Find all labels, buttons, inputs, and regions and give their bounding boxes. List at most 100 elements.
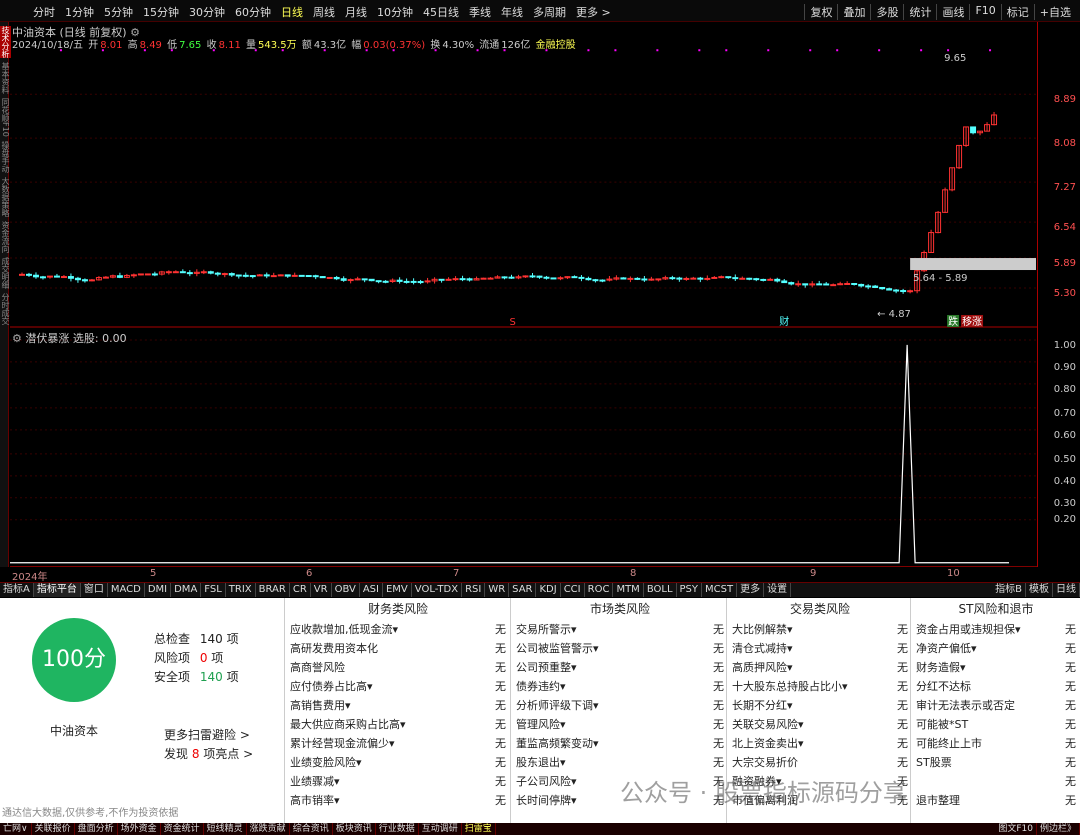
risk-item[interactable]: 退市整理 无 bbox=[912, 791, 1080, 810]
period-tab[interactable]: 10分钟 bbox=[372, 4, 418, 20]
status-tab[interactable]: 综合资讯 bbox=[290, 823, 333, 835]
toolbar-button[interactable]: 画线 bbox=[936, 4, 969, 20]
status-tab[interactable]: 关联报价 bbox=[32, 823, 75, 835]
indicator-tab[interactable]: 更多 bbox=[737, 583, 765, 597]
status-tab[interactable]: 扫雷宝 bbox=[462, 823, 496, 835]
indicator-tab[interactable]: WR bbox=[485, 583, 510, 597]
risk-item[interactable]: 大比例解禁▾ 无 bbox=[728, 620, 912, 639]
risk-item[interactable]: 可能被*ST 无 bbox=[912, 715, 1080, 734]
risk-item[interactable]: 十大股东总持股占比小▾ 无 bbox=[728, 677, 912, 696]
period-tab[interactable]: 1分钟 bbox=[60, 4, 99, 20]
period-tab[interactable]: 更多 > bbox=[571, 4, 616, 20]
risk-item[interactable]: ST股票 无 bbox=[912, 753, 1080, 772]
indicator-tab[interactable]: ASI bbox=[360, 583, 383, 597]
toolbar-button[interactable]: 统计 bbox=[903, 4, 936, 20]
toolbar-button[interactable]: 复权 bbox=[804, 4, 837, 20]
indicator-tab-right[interactable]: 指标B bbox=[992, 583, 1026, 597]
risk-item[interactable]: 关联交易风险▾ 无 bbox=[728, 715, 912, 734]
indicator-tab[interactable]: MTM bbox=[613, 583, 644, 597]
status-tab[interactable]: 板块资讯 bbox=[333, 823, 376, 835]
indicator-tab[interactable]: VR bbox=[311, 583, 332, 597]
indicator-tab[interactable]: 设置 bbox=[764, 583, 792, 597]
sector-tag[interactable]: 金融控股 bbox=[536, 40, 576, 51]
risk-item[interactable]: 公司被监管警示▾ 无 bbox=[512, 639, 728, 658]
risk-item[interactable]: 长期不分红▾ 无 bbox=[728, 696, 912, 715]
indicator-tab[interactable]: EMV bbox=[383, 583, 412, 597]
limit-tag[interactable]: 移涨 bbox=[962, 315, 982, 328]
period-tab[interactable]: 月线 bbox=[340, 4, 372, 20]
indicator-tab-right[interactable]: 日线 bbox=[1053, 583, 1080, 597]
indicator-tab[interactable]: CCI bbox=[561, 583, 585, 597]
highlights-link[interactable]: 发现 8 项亮点 > bbox=[164, 745, 253, 764]
period-tab[interactable]: 日线 bbox=[276, 4, 308, 20]
period-tab[interactable]: 45日线 bbox=[418, 4, 464, 20]
period-tab[interactable]: 多周期 bbox=[528, 4, 571, 20]
risk-item[interactable]: 高商誉风险 无 bbox=[286, 658, 510, 677]
risk-item[interactable]: 净资产偏低▾ 无 bbox=[912, 639, 1080, 658]
status-tab[interactable]: 盘面分析 bbox=[75, 823, 118, 835]
indicator-tab[interactable]: BOLL bbox=[644, 583, 677, 597]
risk-item[interactable]: 股东退出▾ 无 bbox=[512, 753, 728, 772]
indicator-tab-right[interactable]: 模板 bbox=[1026, 583, 1053, 597]
status-tab[interactable]: 场外资金 bbox=[118, 823, 161, 835]
status-right-tab[interactable]: 例边栏》 bbox=[1037, 823, 1080, 835]
indicator-tab[interactable]: DMI bbox=[145, 583, 172, 597]
risk-item[interactable]: 高销售费用▾ 无 bbox=[286, 696, 510, 715]
period-tab[interactable]: 15分钟 bbox=[138, 4, 184, 20]
indicator-tab[interactable]: MCST bbox=[702, 583, 738, 597]
risk-item[interactable]: 清仓式减持▾ 无 bbox=[728, 639, 912, 658]
indicator-tab[interactable]: OBV bbox=[332, 583, 360, 597]
toolbar-button[interactable]: 多股 bbox=[870, 4, 903, 20]
indicator-tab[interactable]: RSI bbox=[462, 583, 486, 597]
risk-item[interactable]: 董监高频繁变动▾ 无 bbox=[512, 734, 728, 753]
risk-item[interactable]: 可能终止上市 无 bbox=[912, 734, 1080, 753]
risk-item[interactable]: 审计无法表示或否定 无 bbox=[912, 696, 1080, 715]
status-tab[interactable]: 资金统计 bbox=[161, 823, 204, 835]
indicator-tab[interactable]: TRIX bbox=[226, 583, 256, 597]
risk-item[interactable]: 高质押风险▾ 无 bbox=[728, 658, 912, 677]
status-tab[interactable]: 亡网∨ bbox=[0, 823, 32, 835]
indicator-tab[interactable]: CR bbox=[290, 583, 311, 597]
indicator-tab[interactable]: 指标平台 bbox=[33, 583, 81, 597]
risk-item[interactable]: 管理风险▾ 无 bbox=[512, 715, 728, 734]
risk-item[interactable]: 财务造假▾ 无 bbox=[912, 658, 1080, 677]
risk-item[interactable]: 累计经营现金流偏少▾ 无 bbox=[286, 734, 510, 753]
risk-item[interactable]: 高研发费用资本化 无 bbox=[286, 639, 510, 658]
risk-item[interactable]: 资金占用或违规担保▾ 无 bbox=[912, 620, 1080, 639]
kline-chart[interactable]: 5.64 - 5.89 9.65 ← 4.87 S 财 跌移涨 bbox=[10, 22, 1038, 567]
indicator-tab[interactable]: SAR bbox=[509, 583, 537, 597]
risk-item[interactable]: 最大供应商采购占比高▾ 无 bbox=[286, 715, 510, 734]
indicator-tab[interactable]: FSL bbox=[201, 583, 226, 597]
indicator-tab[interactable]: PSY bbox=[677, 583, 703, 597]
period-tab[interactable]: 5分钟 bbox=[99, 4, 138, 20]
risk-item[interactable]: 无 bbox=[912, 772, 1080, 791]
gear-icon[interactable]: ⚙ bbox=[12, 332, 22, 345]
risk-item[interactable]: 应收款增加,低现金流▾ 无 bbox=[286, 620, 510, 639]
risk-item[interactable]: 业绩变脸风险▾ 无 bbox=[286, 753, 510, 772]
risk-item[interactable]: 交易所警示▾ 无 bbox=[512, 620, 728, 639]
risk-item[interactable]: 债券违约▾ 无 bbox=[512, 677, 728, 696]
risk-item[interactable]: 北上资金卖出▾ 无 bbox=[728, 734, 912, 753]
status-tab[interactable]: 互动调研 bbox=[419, 823, 462, 835]
status-right-tab[interactable]: 图文F10 bbox=[995, 823, 1037, 835]
risk-item[interactable]: 大宗交易折价 无 bbox=[728, 753, 912, 772]
period-tab[interactable]: 周线 bbox=[308, 4, 340, 20]
indicator-tab[interactable]: BRAR bbox=[256, 583, 290, 597]
indicator-tab[interactable]: KDJ bbox=[536, 583, 561, 597]
toolbar-button[interactable]: +自选 bbox=[1033, 4, 1076, 20]
indicator-tab[interactable]: DMA bbox=[171, 583, 202, 597]
status-tab[interactable]: 短线精灵 bbox=[204, 823, 247, 835]
indicator-tab[interactable]: VOL-TDX bbox=[412, 583, 463, 597]
indicator-tab[interactable]: 指标A bbox=[0, 583, 34, 597]
status-tab[interactable]: 行业数据 bbox=[376, 823, 419, 835]
period-tab[interactable]: 30分钟 bbox=[184, 4, 230, 20]
toolbar-button[interactable]: F10 bbox=[969, 4, 1000, 20]
risk-item[interactable]: 高市销率▾ 无 bbox=[286, 791, 510, 810]
period-tab[interactable]: 年线 bbox=[496, 4, 528, 20]
indicator-tab[interactable]: MACD bbox=[108, 583, 145, 597]
risk-item[interactable]: 分析师评级下调▾ 无 bbox=[512, 696, 728, 715]
risk-item[interactable]: 业绩骤减▾ 无 bbox=[286, 772, 510, 791]
indicator-tab[interactable]: ROC bbox=[585, 583, 614, 597]
risk-item[interactable]: 公司预重整▾ 无 bbox=[512, 658, 728, 677]
indicator-tab[interactable]: 窗口 bbox=[81, 583, 108, 597]
